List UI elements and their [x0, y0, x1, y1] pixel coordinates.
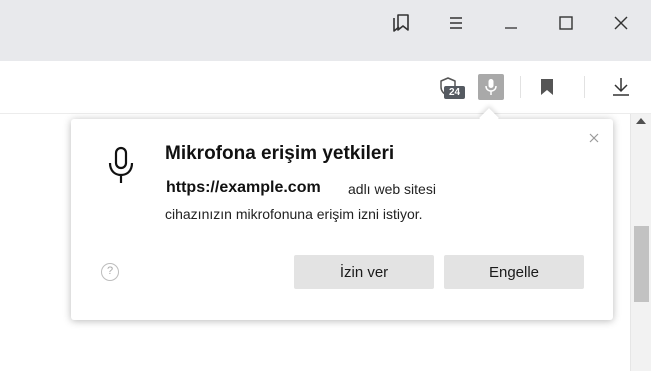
close-icon[interactable] [587, 131, 601, 145]
message-line-2: cihazınızın mikrofonuna erişim izni isti… [165, 206, 423, 222]
help-icon[interactable]: ? [101, 263, 119, 281]
microphone-icon [107, 146, 135, 186]
block-button[interactable]: Engelle [444, 255, 584, 289]
shield-badge: 24 [444, 86, 465, 99]
message-line-1: adlı web sitesi [348, 181, 436, 197]
download-icon[interactable] [607, 73, 635, 101]
maximize-icon[interactable] [548, 8, 584, 38]
toolbar-divider [520, 76, 521, 98]
browser-window: 24 Mikrofona erişim yetkileri https://ex… [0, 0, 651, 371]
scroll-thumb[interactable] [634, 226, 649, 302]
minimize-icon[interactable] [493, 8, 529, 38]
menu-icon[interactable] [438, 8, 474, 38]
toolbar-divider [584, 76, 585, 98]
microphone-icon[interactable] [478, 74, 504, 100]
allow-button[interactable]: İzin ver [294, 255, 434, 289]
scroll-up-arrow-icon[interactable] [636, 118, 646, 124]
scrollbar[interactable] [630, 114, 651, 371]
popup-title: Mikrofona erişim yetkileri [165, 143, 395, 164]
bookmarks-panel-icon[interactable] [383, 8, 419, 38]
toolbar [0, 61, 651, 114]
site-url: https://example.com [166, 179, 321, 196]
bookmark-icon[interactable] [533, 73, 561, 101]
title-bar [0, 0, 651, 61]
close-icon[interactable] [603, 8, 639, 38]
